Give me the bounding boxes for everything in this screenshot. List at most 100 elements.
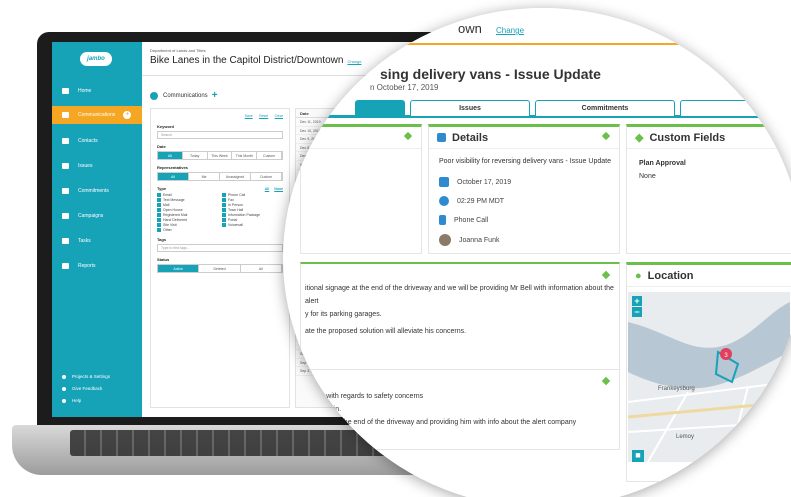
date-option[interactable]: Custom: [257, 152, 282, 159]
chart-icon: [62, 263, 69, 269]
communications-title: Communications: [163, 92, 208, 99]
phone-icon: [439, 215, 446, 225]
edit-icon[interactable]: [601, 131, 611, 141]
zoom-out-button[interactable]: −: [632, 307, 642, 317]
footer-label: Projects & Settings: [72, 374, 111, 379]
type-checkbox[interactable]: Registered Mail: [157, 213, 218, 217]
status-option[interactable]: All: [241, 265, 282, 272]
status-option[interactable]: Deleted: [199, 265, 241, 272]
date-option[interactable]: This Week: [208, 152, 233, 159]
reps-option[interactable]: Custom: [251, 173, 282, 180]
type-checkbox[interactable]: Phone Call: [222, 193, 283, 197]
zoom-circle: own Change sing delivery vans - Issue Up…: [283, 8, 791, 497]
zoom-change-link[interactable]: Change: [496, 26, 524, 35]
communication-title: sing delivery vans - Issue Update: [380, 66, 601, 82]
tag-icon: ◆: [635, 132, 644, 144]
date-option[interactable]: All: [158, 152, 183, 159]
date-option[interactable]: Today: [183, 152, 208, 159]
reps-option[interactable]: Unassigned: [220, 173, 251, 180]
sidebar-footer-settings[interactable]: Projects & Settings: [62, 374, 110, 379]
road-lines: [628, 381, 790, 462]
details-summary: Poor visibility for reversing delivery v…: [439, 158, 611, 165]
notes-line: ate the proposed solution will alleviate…: [305, 328, 467, 335]
comment-icon: [62, 386, 66, 391]
print-icon[interactable]: ■: [632, 450, 644, 462]
reps-segment: All Me Unassigned Custom: [157, 172, 283, 181]
sidebar-item-label: Communications: [78, 112, 116, 118]
tab-more[interactable]: [680, 100, 791, 116]
edit-icon[interactable]: [403, 131, 413, 141]
type-checkbox[interactable]: Text Message: [157, 198, 218, 202]
edit-icon[interactable]: [601, 376, 611, 386]
type-checkboxes: Email Phone Call Text Message Fax Mail I…: [157, 193, 283, 232]
type-checkbox[interactable]: Hand Delivered: [157, 218, 218, 222]
type-checkbox[interactable]: Site Visit: [157, 223, 218, 227]
sidebar-item-contacts[interactable]: Contacts: [52, 132, 142, 150]
clear-link[interactable]: Clear: [275, 114, 283, 118]
handshake-icon: [62, 188, 69, 194]
details-time-row: 02:29 PM MDT: [439, 196, 619, 206]
status-option[interactable]: Active: [158, 265, 200, 272]
type-checkbox[interactable]: Information Package: [222, 213, 283, 217]
custom-fields-card: ◆ Custom Fields Plan Approval None: [626, 124, 791, 254]
type-label-text: Voicemail: [228, 223, 243, 227]
date-option[interactable]: This Month: [232, 152, 258, 159]
tags-label: Tags: [157, 237, 167, 242]
notes-card: itional signage at the end of the drivew…: [300, 262, 620, 370]
keyword-search-input[interactable]: Search: [157, 131, 283, 139]
footer-label: Give Feedback: [72, 386, 103, 391]
filter-panel: Save Reset Clear Keyword Search Date All…: [150, 108, 290, 408]
sidebar-item-label: Home: [78, 88, 92, 94]
footer-label: Help: [72, 398, 82, 403]
add-communication-icon[interactable]: +: [123, 111, 132, 119]
type-all-link[interactable]: All: [265, 187, 269, 191]
sidebar-item-tasks[interactable]: Tasks: [52, 232, 142, 250]
type-checkbox[interactable]: Fax: [222, 198, 283, 202]
type-label-text: Portal: [228, 218, 238, 222]
contacts-icon: [62, 138, 69, 144]
detail-tabs: Issues Commitments: [300, 98, 791, 118]
type-checkbox[interactable]: Mail: [157, 203, 218, 207]
type-checkbox[interactable]: Town Hall: [222, 208, 283, 212]
tab-commitments[interactable]: Commitments: [535, 100, 675, 116]
highway-line: [628, 400, 790, 419]
type-checkbox[interactable]: In Person: [222, 203, 283, 207]
details-time: 02:29 PM MDT: [457, 197, 505, 205]
type-checkbox[interactable]: Email: [157, 193, 218, 197]
sidebar-item-reports[interactable]: Reports: [52, 257, 142, 275]
details-person[interactable]: Joanna Funk: [459, 237, 499, 244]
reps-option[interactable]: All: [158, 173, 189, 180]
sidebar-item-communications[interactable]: Communications +: [52, 106, 142, 124]
sidebar-item-home[interactable]: Home: [52, 82, 142, 100]
help-icon: [62, 398, 66, 403]
location-map[interactable]: 3 Frankeysburg Lemoy: [628, 292, 790, 462]
sidebar-item-commitments[interactable]: Commitments: [52, 182, 142, 200]
sidebar-footer-feedback[interactable]: Give Feedback: [62, 386, 102, 391]
type-checkbox[interactable]: Voicemail: [222, 223, 283, 227]
edit-icon[interactable]: [601, 270, 611, 280]
reps-option[interactable]: Me: [189, 173, 220, 180]
type-checkbox[interactable]: Open House: [157, 208, 218, 212]
tab-overview[interactable]: [355, 100, 405, 116]
reset-link[interactable]: Reset: [259, 114, 268, 118]
tab-issues[interactable]: Issues: [410, 100, 530, 116]
issue-notes-card: ion with regards to safety concerns ly a…: [300, 370, 620, 450]
jambo-logo[interactable]: jambo: [80, 52, 112, 66]
sidebar-item-label: Reports: [78, 263, 96, 269]
home-icon: [62, 88, 69, 94]
save-link[interactable]: Save: [245, 114, 253, 118]
sidebar-item-campaigns[interactable]: Campaigns: [52, 207, 142, 225]
sidebar-footer-help[interactable]: Help: [62, 398, 81, 403]
keyword-label: Keyword: [157, 124, 174, 129]
type-label-text: Phone Call: [228, 193, 246, 197]
type-checkbox[interactable]: Portal: [222, 218, 283, 222]
type-checkbox[interactable]: Other: [157, 228, 218, 232]
issue-note-line: inage at the end of the driveway and pro…: [315, 419, 577, 426]
tags-input[interactable]: Type to find tags...: [157, 244, 283, 252]
sidebar-item-issues[interactable]: Issues: [52, 157, 142, 175]
type-none-link[interactable]: None: [274, 187, 283, 191]
add-icon[interactable]: +: [212, 90, 218, 101]
zoom-in-button[interactable]: +: [632, 296, 642, 306]
issue-note-line: ion with regards to safety concerns: [315, 393, 424, 400]
location-header: ● Location: [627, 265, 791, 287]
